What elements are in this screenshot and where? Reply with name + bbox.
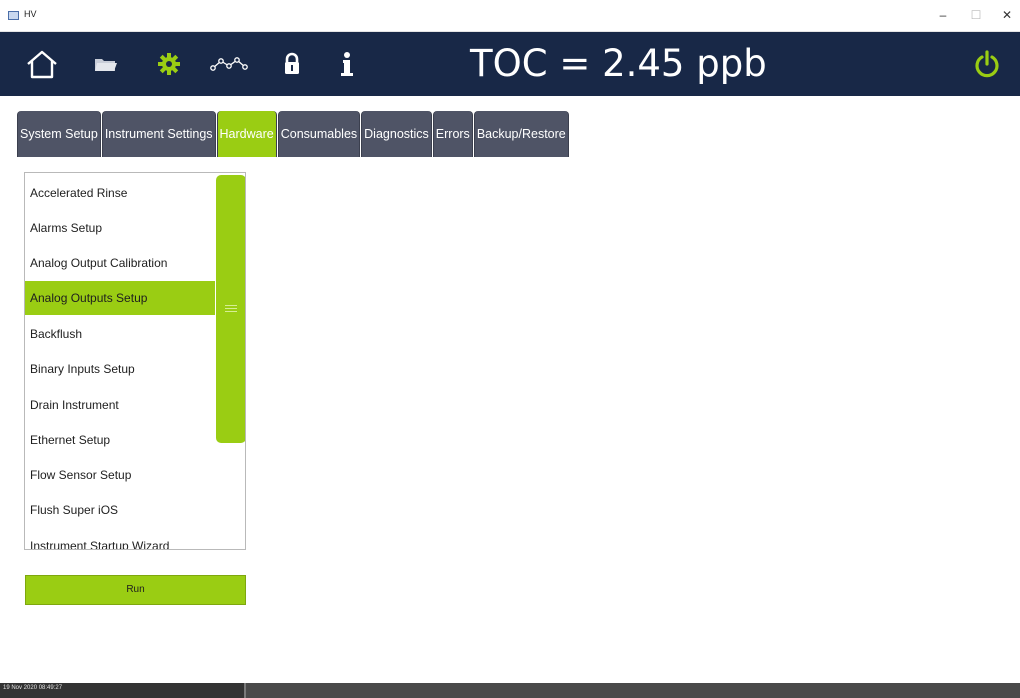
list-item[interactable]: Analog Output Calibration <box>25 246 215 280</box>
close-window-button[interactable]: ✕ <box>994 6 1020 24</box>
list-scrollbar[interactable] <box>216 175 245 443</box>
tab-errors[interactable]: Errors <box>432 111 473 157</box>
tab-consumables[interactable]: Consumables <box>277 111 361 157</box>
window-titlebar: HV – ☐ ✕ <box>0 0 1020 32</box>
list-item[interactable]: Backflush <box>25 317 215 351</box>
maximize-button[interactable]: ☐ <box>963 6 989 24</box>
home-icon[interactable] <box>22 32 62 96</box>
lock-icon[interactable] <box>280 32 304 96</box>
tab-instrument-settings[interactable]: Instrument Settings <box>101 111 216 157</box>
gear-icon[interactable] <box>152 32 186 96</box>
tab-hardware[interactable]: Hardware <box>216 111 277 157</box>
window-title: HV <box>24 9 37 19</box>
list-item[interactable]: Flush Super iOS <box>25 493 215 527</box>
app-icon <box>8 11 19 20</box>
power-icon[interactable] <box>970 32 1004 96</box>
status-timestamp: 19 Nov 2020 08:49:27 <box>3 685 63 691</box>
hardware-function-list[interactable]: Accelerated Rinse Alarms Setup Analog Ou… <box>24 172 246 550</box>
run-button[interactable]: Run <box>25 575 246 605</box>
settings-tabs: System Setup Instrument Settings Hardwar… <box>17 111 569 157</box>
app-header: TOC = 2.45 ppb <box>0 32 1020 96</box>
tab-diagnostics[interactable]: Diagnostics <box>361 111 432 157</box>
trend-icon[interactable] <box>208 32 254 96</box>
status-timestamp-panel: 19 Nov 2020 08:49:27 <box>0 683 246 698</box>
list-item-selected[interactable]: Analog Outputs Setup <box>25 281 215 315</box>
scroll-grip-icon <box>225 305 237 313</box>
info-icon[interactable] <box>336 32 358 96</box>
list-item[interactable]: Accelerated Rinse <box>25 176 215 210</box>
list-item[interactable]: Flow Sensor Setup <box>25 458 215 492</box>
list-item[interactable]: Drain Instrument <box>25 388 215 422</box>
list-item[interactable]: Instrument Startup Wizard <box>25 529 215 549</box>
tab-backup-restore[interactable]: Backup/Restore <box>473 111 569 157</box>
list-item[interactable]: Binary Inputs Setup <box>25 352 215 386</box>
folder-icon[interactable] <box>90 32 122 96</box>
list-item[interactable]: Alarms Setup <box>25 211 215 245</box>
tab-system-setup[interactable]: System Setup <box>17 111 101 157</box>
toc-reading: TOC = 2.45 ppb <box>470 42 767 85</box>
list-item[interactable]: Ethernet Setup <box>25 423 215 457</box>
minimize-button[interactable]: – <box>930 6 956 24</box>
status-bar: 19 Nov 2020 08:49:27 <box>0 683 1020 698</box>
